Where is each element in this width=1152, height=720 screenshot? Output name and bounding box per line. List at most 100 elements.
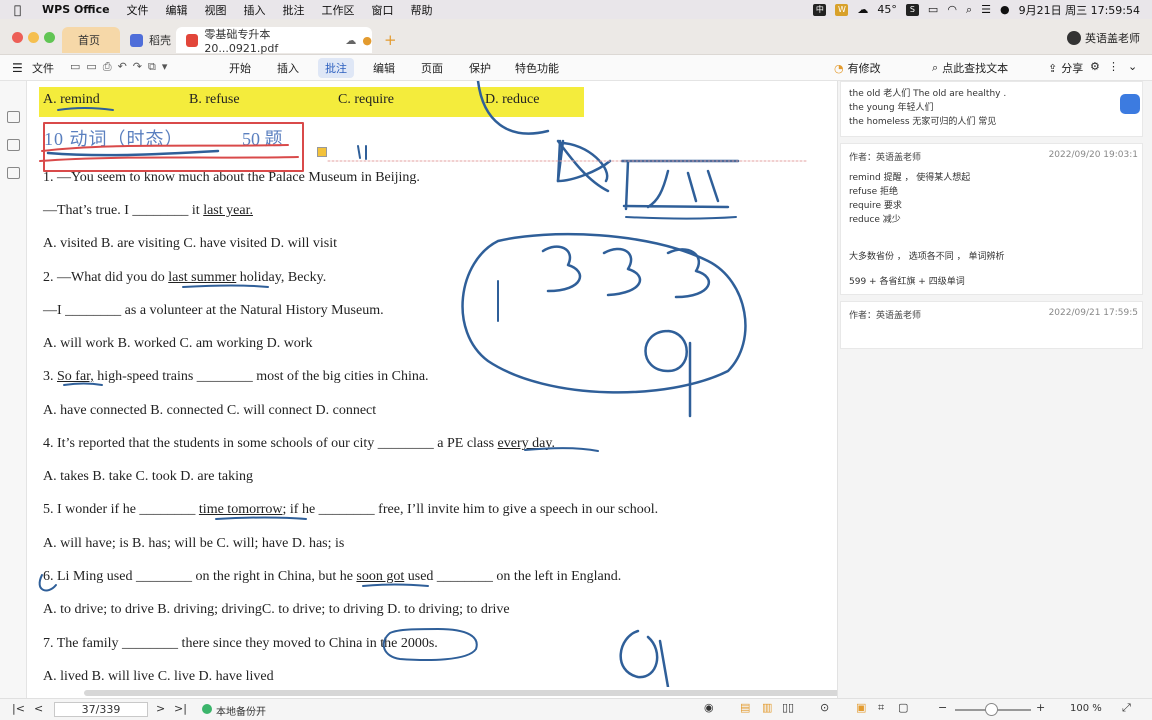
wifi-icon[interactable]: ◠ xyxy=(947,3,957,16)
last-page-icon[interactable]: >| xyxy=(174,702,187,715)
q6-text-a: 6. Li Ming used ________ on the right in… xyxy=(43,569,357,584)
comment-card-2[interactable]: 作者：英语盖老师 2022/09/21 17:59:5 xyxy=(840,301,1143,349)
datetime[interactable]: 9月21日 周三 17:59:54 xyxy=(1019,2,1140,18)
tab-home[interactable]: 首页 xyxy=(62,27,120,53)
q3-options: A. have connected B. connected C. will c… xyxy=(43,403,377,418)
q1-answer: —That’s true. I ________ it last year. xyxy=(43,203,253,219)
hamburger-icon[interactable]: ☰ xyxy=(12,61,23,75)
minimize-window-button[interactable] xyxy=(28,32,39,43)
fullscreen-icon[interactable]: ⤢ xyxy=(1122,701,1131,715)
menu-insert[interactable]: 插入 xyxy=(244,2,266,18)
fit-width-icon[interactable]: ▢ xyxy=(898,701,908,714)
document-page[interactable]: A. remind B. refuse C. require D. reduce… xyxy=(28,81,837,687)
q4-stem: 4. It’s reported that the students in so… xyxy=(43,436,555,452)
zoom-in-icon[interactable]: + xyxy=(1036,701,1045,714)
siri-icon[interactable]: ● xyxy=(1000,3,1010,16)
q1-stem: 1. —You seem to know much about the Pala… xyxy=(43,170,420,185)
digit-9-stroke xyxy=(644,329,692,418)
battery-icon[interactable]: ▭ xyxy=(928,3,938,16)
file-menu[interactable]: 文件 xyxy=(32,60,54,76)
tab-features[interactable]: 特色功能 xyxy=(508,58,566,78)
chevron-down-icon[interactable]: ⌄ xyxy=(1128,60,1137,73)
wps-tray-icon[interactable]: W xyxy=(835,3,849,16)
menu-view[interactable]: 视图 xyxy=(205,2,227,18)
new-tab-button[interactable]: + xyxy=(384,31,397,49)
more-icon[interactable]: ⋮ xyxy=(1108,60,1119,73)
tab-protect[interactable]: 保护 xyxy=(462,58,498,78)
q6-text-b: used ________ on the left in England. xyxy=(404,569,622,584)
menu-edit[interactable]: 编辑 xyxy=(166,2,188,18)
search-icon[interactable]: ⌕ xyxy=(966,3,972,17)
next-page-icon[interactable]: > xyxy=(156,702,165,715)
zoom-window-button[interactable] xyxy=(44,32,55,43)
menu-help[interactable]: 帮助 xyxy=(411,2,433,18)
tab-start[interactable]: 开始 xyxy=(222,58,258,78)
menu-workspace[interactable]: 工作区 xyxy=(322,2,355,18)
comment-1-line-3: require 要求 xyxy=(849,201,902,211)
status-bar: |< < 37/339 > >| 本地备份开 ◉ ▤ ▥ ▯▯ ⊙ ▣ ⌗ ▢ … xyxy=(0,698,1152,720)
digit-9b-stroke xyxy=(619,629,670,687)
menu-annotate[interactable]: 批注 xyxy=(283,2,305,18)
prev-page-icon[interactable]: < xyxy=(34,702,43,715)
single-page-icon[interactable]: ▤ xyxy=(740,701,750,714)
translate-icon[interactable] xyxy=(1120,94,1140,114)
thumbnail-icon[interactable] xyxy=(7,139,20,151)
avatar xyxy=(1067,31,1081,45)
tab-insert[interactable]: 插入 xyxy=(270,58,306,78)
book-view-icon[interactable]: ▯▯ xyxy=(782,701,794,714)
outline-icon[interactable] xyxy=(7,111,20,123)
first-page-icon[interactable]: |< xyxy=(12,702,25,715)
zoom-out-icon[interactable]: − xyxy=(938,701,947,714)
user-account[interactable]: 英语盖老师 xyxy=(1067,30,1140,46)
backup-status[interactable]: 本地备份开 xyxy=(216,703,266,718)
q3-num: 3. xyxy=(43,369,57,384)
option-d: D. reduce xyxy=(485,92,540,107)
changes-label: 有修改 xyxy=(847,62,881,75)
app-tray-icon[interactable]: S xyxy=(905,3,919,16)
menu-file[interactable]: 文件 xyxy=(127,2,149,18)
zoom-slider-handle[interactable] xyxy=(985,703,998,716)
control-center-icon[interactable]: ☰ xyxy=(981,3,991,16)
tab-daoke[interactable]: 稻壳 xyxy=(120,27,176,53)
tab-document[interactable]: 零基础专升本20...0921.pdf ☁ ● xyxy=(176,27,372,55)
cloud-icon[interactable]: ☁ xyxy=(345,34,356,47)
q3-text: high-speed trains ________ most of the b… xyxy=(93,369,429,384)
tab-annotate[interactable]: 批注 xyxy=(318,58,354,78)
section-heading: 10 动词（时态） xyxy=(44,129,184,149)
letter-d-stroke xyxy=(556,139,609,183)
q2-underline: last summer xyxy=(168,270,237,285)
comment-card-0[interactable]: the old 老人们 The old are healthy . the yo… xyxy=(840,81,1143,137)
q2-options: A. will work B. worked C. am working D. … xyxy=(43,336,313,351)
tab-document-label: 零基础专升本20...0921.pdf xyxy=(204,27,279,55)
zoom-level[interactable]: 100 % xyxy=(1070,703,1102,714)
tab-page[interactable]: 页面 xyxy=(414,58,450,78)
q3-stem: 3. So far, high-speed trains ________ mo… xyxy=(43,369,429,385)
bookmark-icon[interactable] xyxy=(7,167,20,179)
app-name[interactable]: WPS Office xyxy=(42,3,110,16)
settings-icon[interactable]: ⚙ xyxy=(1090,60,1100,73)
comment-marker-icon[interactable] xyxy=(317,147,327,157)
page-number-input[interactable]: 37/339 xyxy=(54,702,148,717)
close-window-button[interactable] xyxy=(12,32,23,43)
quick-access-icons[interactable]: ▭▭⎙↶↷⧉▾ xyxy=(70,60,173,74)
apple-icon[interactable]:  xyxy=(14,3,28,17)
fit-page-icon[interactable]: ⌗ xyxy=(878,701,884,715)
actual-size-icon[interactable]: ▣ xyxy=(856,701,866,714)
weather-icon[interactable]: ☁ xyxy=(857,3,868,16)
option-b: B. refuse xyxy=(189,92,240,107)
continuous-page-icon[interactable]: ▥ xyxy=(762,701,772,714)
menu-window[interactable]: 窗口 xyxy=(372,2,394,18)
comment-0-line-3: the homeless 无家可归的人们 常见 xyxy=(849,117,997,127)
eye-icon[interactable]: ◉ xyxy=(704,701,714,714)
changes-indicator[interactable]: ◔ 有修改 xyxy=(834,60,881,76)
play-icon[interactable]: ⊙ xyxy=(820,701,829,714)
input-method-icon[interactable]: 中 xyxy=(813,3,827,16)
share-button[interactable]: ⇪ 分享 xyxy=(1048,60,1083,76)
find-text[interactable]: ⌕ 点此查找文本 xyxy=(932,60,1008,76)
option-c: C. require xyxy=(338,92,394,107)
tab-edit[interactable]: 编辑 xyxy=(366,58,402,78)
comment-1-line-2: refuse 拒绝 xyxy=(849,187,898,197)
comments-panel: the old 老人们 The old are healthy . the yo… xyxy=(837,81,1152,698)
menubar-status-area: 中 W ☁ 45° S ▭ ◠ ⌕ ☰ ● 9月21日 周三 17:59:54 xyxy=(813,0,1152,19)
comment-card-1[interactable]: 作者：英语盖老师 2022/09/20 19:03:1 remind 提醒 ， … xyxy=(840,143,1143,295)
